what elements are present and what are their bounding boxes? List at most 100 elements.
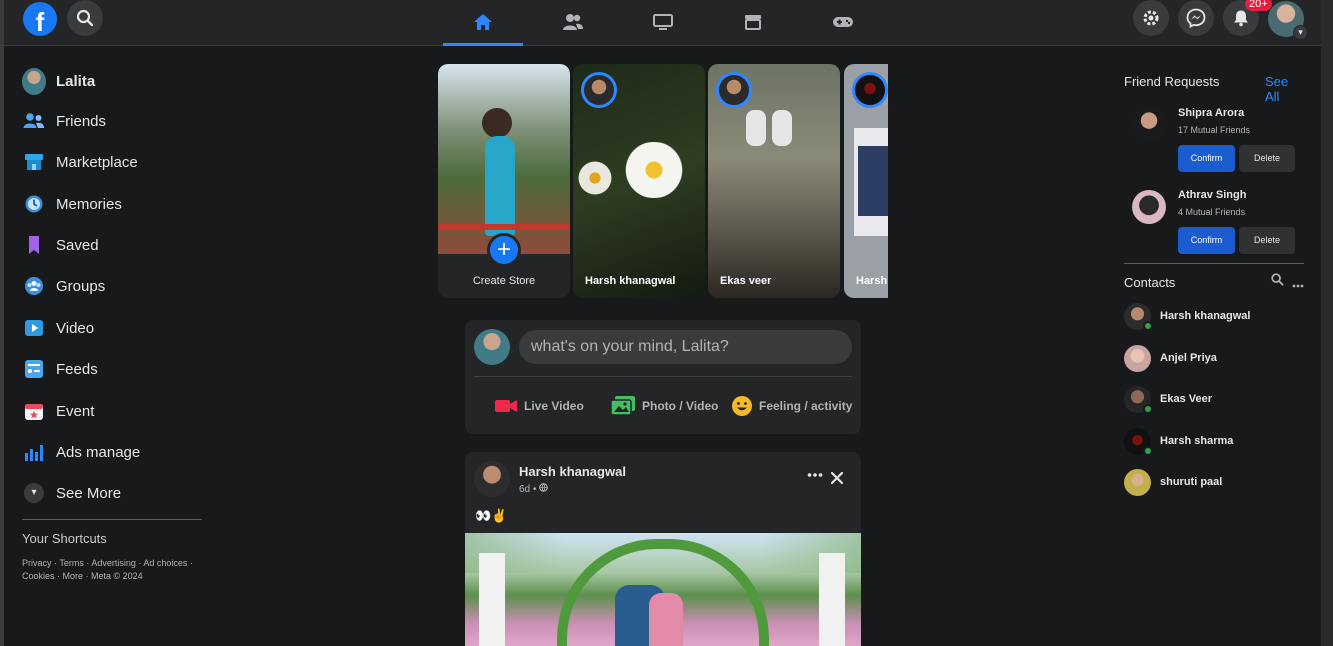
- contacts-title: Contacts: [1124, 275, 1176, 290]
- settings-button[interactable]: [1133, 0, 1169, 36]
- story-avatar: [716, 72, 752, 108]
- contact-item[interactable]: Harsh sharma: [1124, 427, 1234, 456]
- see-all-link[interactable]: See All: [1265, 74, 1304, 104]
- sidebar-item-groups[interactable]: Groups: [22, 271, 105, 301]
- whats-on-your-mind-input[interactable]: what's on your mind, Lalita?: [519, 330, 852, 364]
- window-scrollbar[interactable]: [1321, 0, 1333, 646]
- search-button[interactable]: [67, 0, 103, 36]
- contacts-search-button[interactable]: [1271, 273, 1284, 291]
- chevron-down-icon: ▾: [1298, 27, 1303, 37]
- sidebar-user-name: Lalita: [56, 72, 96, 90]
- sidebar-item-event[interactable]: Event: [22, 396, 94, 426]
- sidebar-item-video[interactable]: Video: [22, 313, 94, 343]
- delete-button[interactable]: Delete: [1239, 145, 1295, 172]
- post-author-avatar[interactable]: [474, 461, 510, 497]
- post-close-button[interactable]: [830, 471, 844, 485]
- story-avatar: [852, 72, 888, 108]
- live-video-label: Live Video: [524, 399, 584, 413]
- tab-gaming[interactable]: [803, 0, 883, 44]
- post-composer: what's on your mind, Lalita? Live Video …: [465, 320, 861, 434]
- gaming-icon: [833, 17, 853, 27]
- more-horizontal-icon: [1292, 284, 1304, 288]
- settings-icon: [1143, 10, 1159, 26]
- photo-video-button[interactable]: Photo / Video: [610, 392, 718, 420]
- story-card-create[interactable]: + Create Store: [438, 64, 570, 298]
- plus-icon: +: [496, 236, 511, 263]
- post-image[interactable]: [465, 533, 861, 646]
- contact-item[interactable]: Ekas Veer: [1124, 385, 1212, 414]
- tab-marketplace[interactable]: [713, 0, 793, 44]
- story-photo: [746, 110, 796, 150]
- sidebar-item-label: Friends: [56, 112, 107, 130]
- post-author-name[interactable]: Harsh khanagwal: [519, 464, 626, 479]
- sidebar-item-see-more[interactable]: ▾ See More: [22, 478, 121, 508]
- home-icon: [474, 14, 492, 30]
- contacts-options-button[interactable]: [1292, 276, 1304, 294]
- feeds-icon: [25, 360, 43, 378]
- feed-post: Harsh khanagwal 6d • 👀✌️: [465, 452, 861, 646]
- bookmark-icon: [29, 236, 39, 254]
- footer-links-line[interactable]: Cookies · More · Meta © 2024: [22, 570, 207, 583]
- story-card[interactable]: Ekas veer: [708, 64, 840, 298]
- user-avatar: [22, 67, 46, 95]
- memories-icon: [25, 195, 43, 213]
- tab-friends[interactable]: [533, 0, 613, 44]
- sidebar-item-memories[interactable]: Memories: [22, 189, 122, 219]
- footer-links-line[interactable]: Privacy · Terms · Advertising · Ad choic…: [22, 557, 207, 570]
- story-name: Harsh khanagwal: [585, 275, 676, 287]
- online-indicator: [1143, 320, 1153, 331]
- live-video-button[interactable]: Live Video: [494, 392, 584, 420]
- confirm-button[interactable]: Confirm: [1178, 145, 1235, 172]
- online-indicator: [1143, 445, 1153, 456]
- friends-icon: [23, 113, 44, 128]
- add-story-button[interactable]: +: [487, 233, 521, 267]
- post-more-button[interactable]: [807, 468, 823, 482]
- request-avatar[interactable]: [1132, 107, 1166, 141]
- confirm-button[interactable]: Confirm: [1178, 227, 1235, 254]
- watch-icon: [653, 14, 673, 30]
- photo-video-label: Photo / Video: [642, 399, 719, 413]
- story-photo: [854, 128, 888, 236]
- ads-icon: [25, 445, 43, 461]
- story-card[interactable]: Harsh: [844, 64, 888, 298]
- account-menu-chevron[interactable]: ▾: [1293, 25, 1308, 40]
- post-time[interactable]: 6d: [519, 484, 530, 495]
- sidebar-item-marketplace[interactable]: Marketplace: [22, 147, 138, 177]
- sidebar-item-ads-manage[interactable]: Ads manage: [22, 437, 140, 467]
- story-avatar: [581, 72, 617, 108]
- story-card[interactable]: Harsh khanagwal: [573, 64, 705, 298]
- request-mutual-friends: 4 Mutual Friends: [1178, 207, 1246, 217]
- facebook-logo[interactable]: f: [23, 2, 57, 36]
- close-icon: [830, 471, 844, 485]
- sidebar-item-friends[interactable]: Friends: [22, 106, 106, 136]
- sidebar-item-saved[interactable]: Saved: [22, 230, 99, 260]
- user-avatar: [474, 329, 510, 365]
- sidebar-item-label: Event: [56, 402, 95, 420]
- messenger-button[interactable]: [1178, 0, 1214, 36]
- contact-avatar: [1124, 344, 1151, 372]
- story-create-label: Create Store: [472, 275, 536, 287]
- contact-item[interactable]: shuruti paal: [1124, 468, 1222, 496]
- sidebar-item-label: See More: [56, 484, 122, 502]
- contact-item[interactable]: Anjel Priya: [1124, 344, 1217, 372]
- tab-watch[interactable]: [623, 0, 703, 44]
- contact-item[interactable]: Harsh khanagwal: [1124, 302, 1250, 331]
- sidebar-item-feeds[interactable]: Feeds: [22, 354, 98, 384]
- request-name[interactable]: Shipra Arora: [1178, 107, 1244, 119]
- event-icon: [25, 404, 43, 420]
- feeling-activity-label: Feeling / activity: [759, 399, 853, 413]
- delete-button[interactable]: Delete: [1239, 227, 1295, 254]
- request-avatar[interactable]: [1132, 190, 1166, 224]
- feeling-activity-button[interactable]: Feeling / activity: [731, 392, 852, 420]
- sidebar-item-label: Video: [56, 319, 95, 337]
- story-create-photo: [438, 64, 570, 254]
- live-video-icon: [495, 400, 517, 412]
- request-name[interactable]: Athrav Singh: [1178, 189, 1246, 201]
- contact-name: Harsh sharma: [1160, 435, 1234, 447]
- top-navigation-bar: f 20+ ▾: [4, 0, 1321, 46]
- post-caption: 👀✌️: [475, 508, 508, 523]
- sidebar-item-label: Ads manage: [56, 443, 141, 461]
- sidebar-item-label: Saved: [56, 236, 99, 254]
- tab-home[interactable]: [443, 0, 523, 46]
- sidebar-item-profile[interactable]: Lalita: [22, 66, 95, 96]
